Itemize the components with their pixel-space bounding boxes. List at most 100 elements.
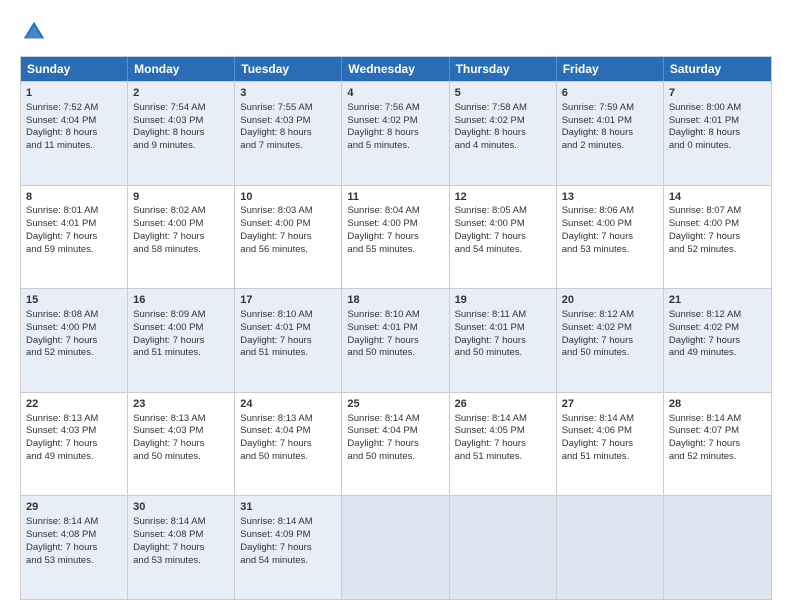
calendar-row-3: 22Sunrise: 8:13 AMSunset: 4:03 PMDayligh… [21,392,771,496]
day-number: 17 [240,293,336,308]
day-number: 5 [455,86,551,101]
cell-line-3: and 9 minutes. [133,140,229,153]
cal-cell-22: 22Sunrise: 8:13 AMSunset: 4:03 PMDayligh… [21,393,128,496]
cell-line-3: and 53 minutes. [133,555,229,568]
cell-line-2: Daylight: 7 hours [133,335,229,348]
cell-line-3: and 50 minutes. [347,451,443,464]
cal-cell-empty [450,496,557,599]
day-number: 24 [240,397,336,412]
cell-line-0: Sunrise: 7:54 AM [133,102,229,115]
cell-line-0: Sunrise: 8:07 AM [669,205,766,218]
cal-cell-14: 14Sunrise: 8:07 AMSunset: 4:00 PMDayligh… [664,186,771,289]
cell-line-2: Daylight: 7 hours [669,438,766,451]
day-number: 22 [26,397,122,412]
cell-line-0: Sunrise: 7:58 AM [455,102,551,115]
cal-header-friday: Friday [557,57,664,81]
cell-line-2: Daylight: 7 hours [669,335,766,348]
cell-line-1: Sunset: 4:00 PM [455,218,551,231]
cell-line-1: Sunset: 4:01 PM [240,322,336,335]
cell-line-3: and 53 minutes. [26,555,122,568]
cell-line-1: Sunset: 4:03 PM [133,425,229,438]
cal-cell-30: 30Sunrise: 8:14 AMSunset: 4:08 PMDayligh… [128,496,235,599]
cal-cell-2: 2Sunrise: 7:54 AMSunset: 4:03 PMDaylight… [128,82,235,185]
cell-line-3: and 2 minutes. [562,140,658,153]
cell-line-3: and 7 minutes. [240,140,336,153]
cell-line-0: Sunrise: 8:08 AM [26,309,122,322]
cell-line-2: Daylight: 7 hours [240,231,336,244]
cell-line-0: Sunrise: 8:14 AM [669,413,766,426]
cal-cell-empty [557,496,664,599]
cell-line-2: Daylight: 7 hours [133,438,229,451]
calendar-row-1: 8Sunrise: 8:01 AMSunset: 4:01 PMDaylight… [21,185,771,289]
cell-line-0: Sunrise: 8:14 AM [455,413,551,426]
cell-line-3: and 0 minutes. [669,140,766,153]
cell-line-2: Daylight: 7 hours [240,438,336,451]
cell-line-2: Daylight: 7 hours [455,335,551,348]
day-number: 14 [669,190,766,205]
cell-line-2: Daylight: 7 hours [26,231,122,244]
cell-line-2: Daylight: 7 hours [240,335,336,348]
cell-line-1: Sunset: 4:00 PM [562,218,658,231]
cal-cell-4: 4Sunrise: 7:56 AMSunset: 4:02 PMDaylight… [342,82,449,185]
cal-cell-21: 21Sunrise: 8:12 AMSunset: 4:02 PMDayligh… [664,289,771,392]
cell-line-3: and 11 minutes. [26,140,122,153]
cell-line-2: Daylight: 7 hours [347,438,443,451]
cell-line-0: Sunrise: 8:14 AM [347,413,443,426]
cell-line-1: Sunset: 4:08 PM [26,529,122,542]
cell-line-1: Sunset: 4:03 PM [26,425,122,438]
calendar-row-4: 29Sunrise: 8:14 AMSunset: 4:08 PMDayligh… [21,495,771,599]
day-number: 21 [669,293,766,308]
day-number: 19 [455,293,551,308]
cell-line-0: Sunrise: 8:02 AM [133,205,229,218]
cell-line-0: Sunrise: 7:59 AM [562,102,658,115]
cell-line-1: Sunset: 4:02 PM [347,115,443,128]
day-number: 16 [133,293,229,308]
cell-line-0: Sunrise: 8:14 AM [240,516,336,529]
cell-line-0: Sunrise: 7:56 AM [347,102,443,115]
cell-line-1: Sunset: 4:01 PM [669,115,766,128]
logo [20,18,52,46]
cal-cell-24: 24Sunrise: 8:13 AMSunset: 4:04 PMDayligh… [235,393,342,496]
cal-cell-26: 26Sunrise: 8:14 AMSunset: 4:05 PMDayligh… [450,393,557,496]
cal-cell-29: 29Sunrise: 8:14 AMSunset: 4:08 PMDayligh… [21,496,128,599]
cell-line-1: Sunset: 4:01 PM [347,322,443,335]
cell-line-2: Daylight: 7 hours [562,438,658,451]
cell-line-3: and 51 minutes. [455,451,551,464]
cell-line-0: Sunrise: 8:14 AM [133,516,229,529]
day-number: 26 [455,397,551,412]
cell-line-2: Daylight: 7 hours [669,231,766,244]
cell-line-3: and 52 minutes. [26,347,122,360]
cal-cell-12: 12Sunrise: 8:05 AMSunset: 4:00 PMDayligh… [450,186,557,289]
cell-line-2: Daylight: 7 hours [455,438,551,451]
cal-cell-1: 1Sunrise: 7:52 AMSunset: 4:04 PMDaylight… [21,82,128,185]
cell-line-3: and 51 minutes. [133,347,229,360]
cell-line-3: and 50 minutes. [347,347,443,360]
cell-line-1: Sunset: 4:00 PM [347,218,443,231]
cell-line-3: and 49 minutes. [26,451,122,464]
cal-cell-8: 8Sunrise: 8:01 AMSunset: 4:01 PMDaylight… [21,186,128,289]
cell-line-2: Daylight: 8 hours [669,127,766,140]
cell-line-3: and 50 minutes. [133,451,229,464]
cal-cell-15: 15Sunrise: 8:08 AMSunset: 4:00 PMDayligh… [21,289,128,392]
cal-cell-13: 13Sunrise: 8:06 AMSunset: 4:00 PMDayligh… [557,186,664,289]
cell-line-2: Daylight: 7 hours [26,542,122,555]
day-number: 13 [562,190,658,205]
cell-line-1: Sunset: 4:00 PM [240,218,336,231]
cell-line-2: Daylight: 7 hours [455,231,551,244]
calendar: SundayMondayTuesdayWednesdayThursdayFrid… [20,56,772,600]
calendar-page: SundayMondayTuesdayWednesdayThursdayFrid… [0,0,792,612]
logo-icon [20,18,48,46]
cell-line-2: Daylight: 7 hours [562,231,658,244]
cell-line-3: and 4 minutes. [455,140,551,153]
cal-cell-empty [342,496,449,599]
day-number: 4 [347,86,443,101]
day-number: 20 [562,293,658,308]
cal-cell-20: 20Sunrise: 8:12 AMSunset: 4:02 PMDayligh… [557,289,664,392]
day-number: 1 [26,86,122,101]
day-number: 18 [347,293,443,308]
cell-line-1: Sunset: 4:02 PM [562,322,658,335]
cell-line-2: Daylight: 7 hours [133,231,229,244]
cell-line-1: Sunset: 4:04 PM [347,425,443,438]
cal-cell-31: 31Sunrise: 8:14 AMSunset: 4:09 PMDayligh… [235,496,342,599]
cell-line-3: and 50 minutes. [562,347,658,360]
